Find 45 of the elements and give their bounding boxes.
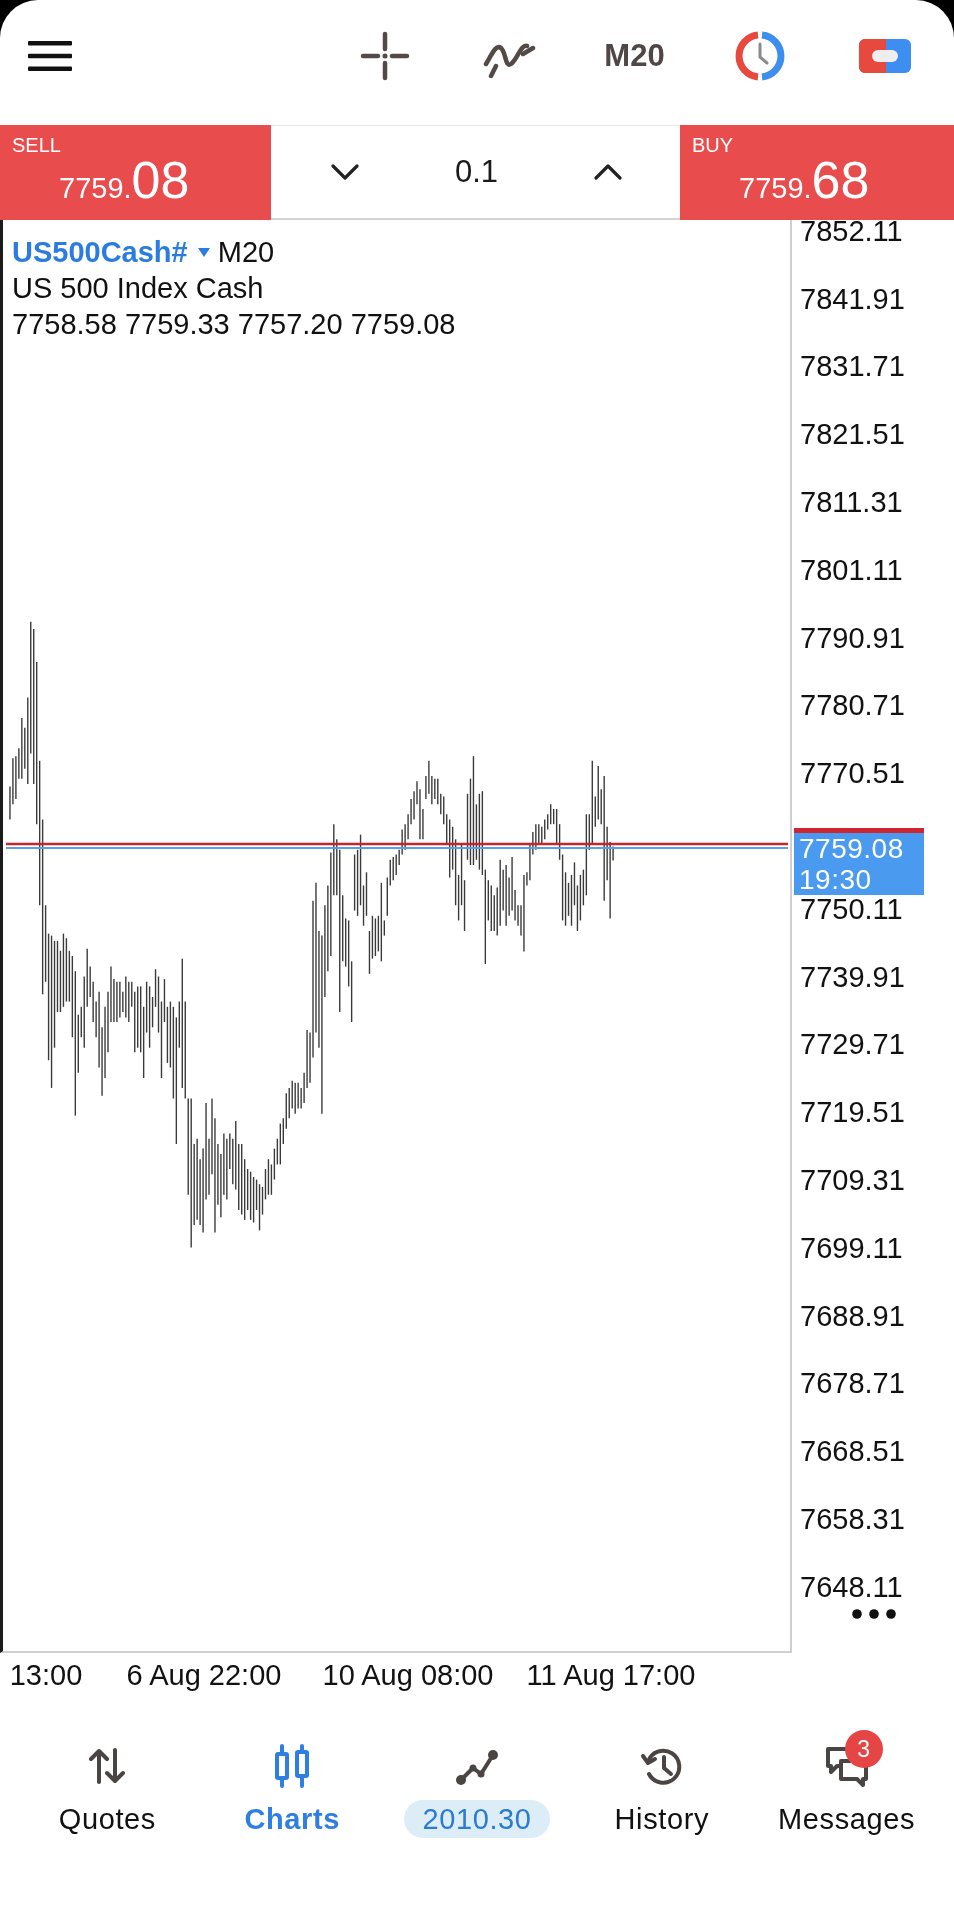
price-axis-label: 7658.31 — [800, 1503, 905, 1536]
price-axis-label: 7648.11 — [800, 1570, 903, 1603]
price-axis-label: 7729.71 — [800, 1028, 905, 1061]
price-axis-label: 7699.11 — [800, 1231, 903, 1264]
clock-icon[interactable] — [734, 31, 785, 81]
time-axis-label: 13:00 — [9, 1659, 83, 1691]
price-axis-label: 7739.91 — [800, 960, 905, 993]
time-axis-label: 6 Aug 22:00 — [126, 1659, 282, 1691]
sell-button[interactable]: SELL 7759.08 — [0, 125, 271, 220]
current-price-tag: 7759.08 19:30 — [794, 828, 924, 896]
timeframe-button[interactable]: M20 — [604, 38, 665, 74]
nav-tab[interactable]: 2010.30 — [384, 1700, 570, 1920]
caret-icon — [197, 247, 210, 257]
price-axis-label: 7811.31 — [800, 486, 903, 519]
timeframe-label: M20 — [217, 235, 275, 270]
time-axis-label: 11 Aug 17:00 — [526, 1659, 696, 1691]
volume-field[interactable]: 0.1 — [454, 154, 499, 190]
price-axis-label: 7770.51 — [800, 757, 905, 790]
toggle-icon[interactable] — [858, 39, 911, 73]
nav-tab[interactable]: History — [569, 1700, 755, 1920]
price-axis-label: 7688.91 — [800, 1299, 905, 1332]
ohlc-values: 7758.58 7759.33 7757.20 7759.08 — [12, 307, 456, 342]
chevron-up-icon[interactable] — [594, 164, 622, 180]
price-axis-label: 7780.71 — [800, 689, 905, 722]
nav-tab[interactable]: 3 Messages — [754, 1700, 939, 1920]
buy-button[interactable]: BUY 7759.68 — [680, 125, 954, 220]
chevron-down-icon[interactable] — [331, 164, 359, 180]
price-axis-label: 7801.11 — [800, 553, 903, 586]
price-axis-label: 7719.51 — [800, 1096, 905, 1129]
symbol-dropdown[interactable]: US500Cash# — [12, 234, 210, 270]
time-axis-label: 10 Aug 08:00 — [322, 1659, 494, 1691]
crosshair-icon[interactable] — [359, 31, 410, 81]
menu-icon[interactable] — [28, 41, 72, 71]
price-axis-label: 7678.71 — [800, 1367, 905, 1400]
price-axis-label: 7668.51 — [800, 1435, 905, 1468]
price-axis-label: 7790.91 — [800, 621, 905, 654]
unread-badge: 3 — [844, 1730, 883, 1768]
instrument-description: US 500 Index Cash — [12, 271, 265, 306]
price-axis-label: 7831.71 — [800, 350, 905, 383]
more-icon[interactable] — [852, 1609, 896, 1619]
price-axis-label: 7821.51 — [800, 418, 905, 451]
price-axis-label: 7709.31 — [800, 1164, 905, 1197]
nav-tab[interactable]: Quotes — [15, 1700, 200, 1920]
nav-tab[interactable]: Charts — [199, 1700, 385, 1920]
price-axis-label: 7841.91 — [800, 282, 905, 315]
